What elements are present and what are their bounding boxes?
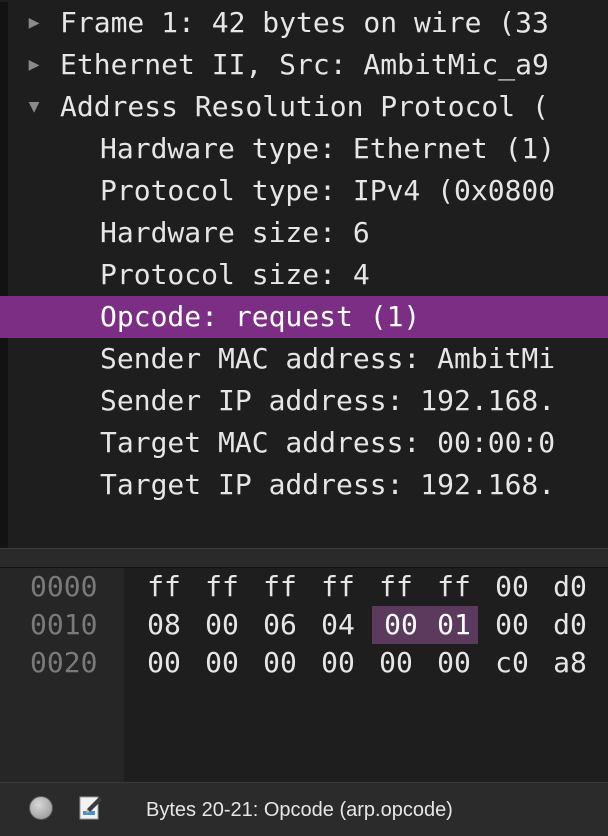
tree-row-target-mac[interactable]: Target MAC address: 00:00:0 — [0, 422, 608, 464]
hex-byte[interactable]: ff — [372, 568, 420, 606]
status-bar: Bytes 20-21: Opcode (arp.opcode) — [0, 782, 608, 836]
hex-byte[interactable]: ff — [256, 568, 304, 606]
byte-offset: 0020 — [30, 646, 98, 679]
row-edge — [0, 212, 8, 254]
hex-byte[interactable]: ff — [140, 568, 188, 606]
tree-row-opcode[interactable]: Opcode: request (1) — [0, 296, 608, 338]
hex-byte[interactable]: ff — [314, 568, 362, 606]
row-edge — [0, 86, 8, 128]
row-edge — [0, 128, 8, 170]
hex-byte[interactable]: 00 — [198, 606, 246, 644]
hex-byte[interactable]: 00 — [256, 644, 304, 682]
hex-byte[interactable]: 00 — [140, 644, 188, 682]
row-edge — [0, 380, 8, 422]
tree-row-label: Hardware type: Ethernet (1) — [100, 132, 556, 165]
hex-byte[interactable]: ff — [198, 568, 246, 606]
expand-arrow-icon[interactable]: ▶ — [24, 44, 44, 86]
pane-edge — [0, 506, 8, 548]
tree-row-label: Sender MAC address: AmbitMi — [100, 342, 556, 375]
row-edge — [0, 464, 8, 506]
tree-row-protocol-size[interactable]: Protocol size: 4 — [0, 254, 608, 296]
hex-byte[interactable]: 00 — [488, 606, 536, 644]
packet-details-pane: ▶ Frame 1: 42 bytes on wire (33 ▶ Ethern… — [0, 0, 608, 548]
tree-row-label: Hardware size: 6 — [100, 216, 370, 249]
tree-row-target-ip[interactable]: Target IP address: 192.168. — [0, 464, 608, 506]
hex-byte[interactable]: c0 — [488, 644, 536, 682]
tree-row-hardware-type[interactable]: Hardware type: Ethernet (1) — [0, 128, 608, 170]
byte-offset: 0000 — [30, 570, 98, 603]
hex-byte[interactable]: d0 — [546, 606, 594, 644]
tree-row-arp[interactable]: ▼ Address Resolution Protocol ( — [0, 86, 608, 128]
byte-offset: 0010 — [30, 608, 98, 641]
status-text: Bytes 20-21: Opcode (arp.opcode) — [146, 799, 453, 821]
row-edge — [0, 254, 8, 296]
tree-row-protocol-type[interactable]: Protocol type: IPv4 (0x0800 — [0, 170, 608, 212]
tree-row-label: Target IP address: 192.168. — [100, 468, 556, 501]
packet-bytes-pane: 0000 ff ff ff ff ff ff 00 d0 0010 08 00 … — [0, 568, 608, 782]
hex-byte[interactable]: 06 — [256, 606, 304, 644]
packet-comment-icon[interactable] — [78, 794, 104, 822]
row-edge — [0, 422, 8, 464]
row-edge — [0, 296, 8, 338]
hex-byte[interactable]: 00 — [488, 568, 536, 606]
hex-byte[interactable]: 04 — [314, 606, 362, 644]
tree-row-label: Frame 1: 42 bytes on wire (33 — [60, 6, 549, 39]
tree-row-label: Target MAC address: 00:00:0 — [100, 426, 556, 459]
hex-byte[interactable]: 00 — [372, 644, 420, 682]
hex-byte[interactable]: ff — [430, 568, 478, 606]
hex-byte[interactable]: 08 — [140, 606, 188, 644]
tree-row-label: Protocol type: IPv4 (0x0800 — [100, 174, 556, 207]
tree-row-label: Opcode: request (1) — [100, 300, 421, 333]
capture-status-icon[interactable] — [29, 796, 53, 820]
tree-row-label: Sender IP address: 192.168. — [100, 384, 556, 417]
row-edge — [0, 2, 8, 44]
tree-row-sender-mac[interactable]: Sender MAC address: AmbitMi — [0, 338, 608, 380]
tree-row-hardware-size[interactable]: Hardware size: 6 — [0, 212, 608, 254]
hex-byte[interactable]: 00 — [314, 644, 362, 682]
tree-row-ethernet[interactable]: ▶ Ethernet II, Src: AmbitMic_a9 — [0, 44, 608, 86]
row-edge — [0, 338, 8, 380]
row-edge — [0, 44, 8, 86]
hex-byte[interactable]: 00 — [198, 644, 246, 682]
tree-row-sender-ip[interactable]: Sender IP address: 192.168. — [0, 380, 608, 422]
tree-row-frame[interactable]: ▶ Frame 1: 42 bytes on wire (33 — [0, 2, 608, 44]
row-edge — [0, 170, 8, 212]
collapse-arrow-icon[interactable]: ▼ — [24, 86, 44, 128]
tree-row-label: Ethernet II, Src: AmbitMic_a9 — [60, 48, 549, 81]
hex-byte-highlighted[interactable]: 00 — [372, 606, 430, 644]
tree-row-label: Address Resolution Protocol ( — [60, 90, 549, 123]
hex-byte[interactable]: a8 — [546, 644, 594, 682]
hex-byte[interactable]: d0 — [546, 568, 594, 606]
expand-arrow-icon[interactable]: ▶ — [24, 2, 44, 44]
hex-byte-highlighted[interactable]: 01 — [430, 606, 478, 644]
pane-splitter[interactable] — [0, 548, 608, 568]
tree-row-label: Protocol size: 4 — [100, 258, 370, 291]
hex-byte[interactable]: 00 — [430, 644, 478, 682]
